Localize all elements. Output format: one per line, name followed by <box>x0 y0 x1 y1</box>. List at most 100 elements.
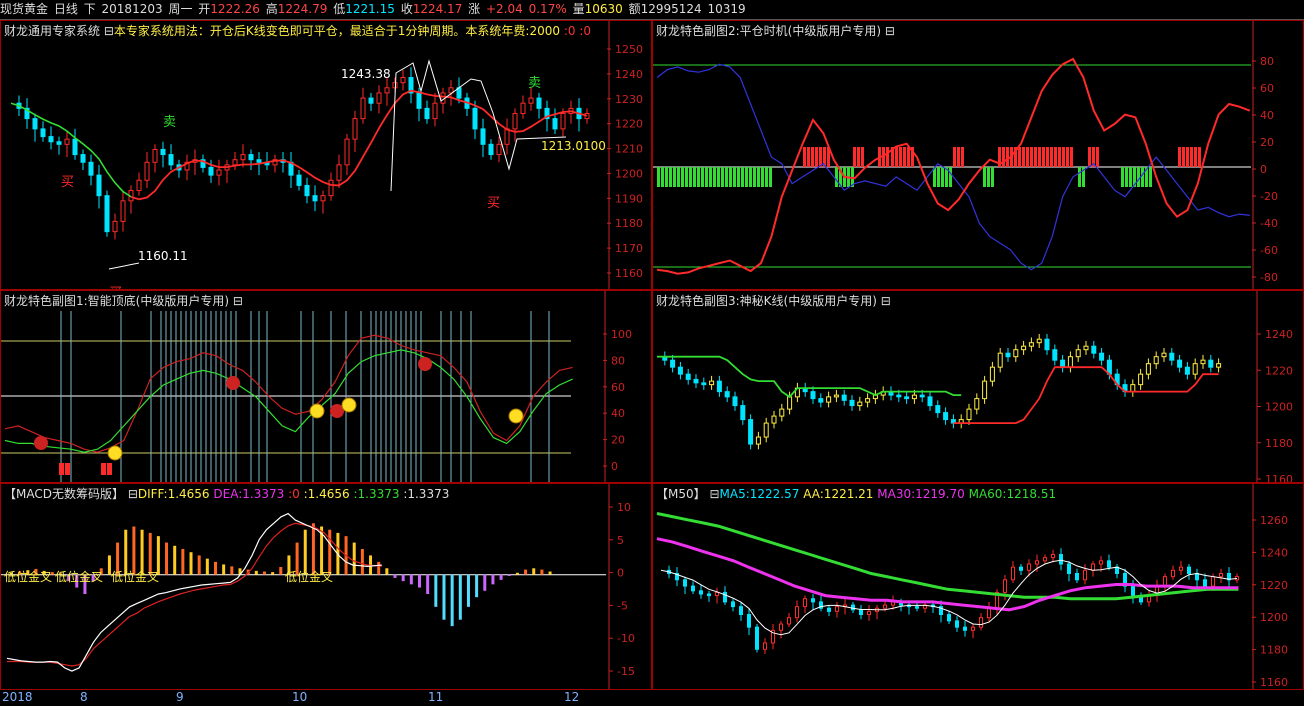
sub2-chart-svg[interactable]: 80 60 40 20 0 -20 -40 -60 -80 <box>653 21 1303 289</box>
signal-bar-red <box>807 147 810 167</box>
open-value: 1222.26 <box>210 2 260 16</box>
macd-bar <box>385 568 389 575</box>
golden-cross-label: 低位金叉 <box>285 569 333 584</box>
macd-bar <box>189 552 193 575</box>
macd-title: 【MACD无数筹码版】 <box>4 487 124 501</box>
top-marker-icon <box>34 436 48 450</box>
candle <box>771 415 777 424</box>
candle <box>763 642 767 650</box>
close-value: 1224.17 <box>412 2 463 16</box>
candle <box>1099 560 1103 565</box>
candle <box>536 97 542 109</box>
sub3-chart-svg[interactable]: 1240 1220 1200 1180 1160 <box>653 291 1303 482</box>
macd-bar <box>222 564 226 575</box>
candle <box>232 159 238 166</box>
y-tick-label: -10 <box>617 632 635 645</box>
low-price-label: 1160.11 <box>138 249 188 263</box>
y-tick-label: 1200 <box>615 167 643 180</box>
x-tick-label: 12 <box>564 690 580 704</box>
candle <box>935 405 941 414</box>
candle <box>731 601 735 608</box>
macd-bar <box>254 570 258 575</box>
candle <box>1099 352 1105 361</box>
candle <box>344 138 350 166</box>
candle <box>701 382 707 386</box>
main-chart-svg[interactable]: 1250 1240 1230 1220 1210 1200 1190 1180 1170 1160… <box>1 21 651 289</box>
signal-bar-red <box>1182 147 1185 167</box>
candle <box>1169 352 1175 361</box>
collapse-icon[interactable]: ⊟ <box>128 487 138 501</box>
top-line-red <box>4 334 573 453</box>
macd-bar <box>409 574 413 585</box>
ma5-label: MA5:1222.57 <box>719 487 800 501</box>
y-tick-label: 40 <box>611 407 625 420</box>
signal-bar-red <box>1026 147 1029 167</box>
signal-bar-red <box>857 147 860 167</box>
signal-bar-green <box>741 167 744 187</box>
ma-chart-svg[interactable]: 1260 1240 1220 1200 1180 1160 <box>653 484 1303 689</box>
collapse-icon[interactable]: ⊟ <box>709 487 719 501</box>
candle <box>826 396 832 403</box>
ma-chart-title: 【M50】 ⊟MA5:1222.57 AA:1221.21 MA30:1219.… <box>656 487 1056 501</box>
weekday-label: 周一 <box>168 2 193 16</box>
aa-label: AA:1221.21 <box>803 487 874 501</box>
y-tick-label: 40 <box>1260 109 1274 122</box>
candle <box>1075 572 1079 581</box>
candle <box>795 606 799 619</box>
period-label[interactable]: 日线 <box>54 2 78 16</box>
smiley-icon <box>107 445 123 461</box>
macd-bar <box>360 549 364 575</box>
sub1-chart-panel[interactable]: 100 80 60 40 20 0 财龙特色副图1:智能顶底(中级版用户专用) ⊟ <box>0 290 652 483</box>
main-chart-panel[interactable]: 1250 1240 1230 1220 1210 1200 1190 1180 1170 1160… <box>0 20 652 290</box>
candle <box>136 179 142 192</box>
candle <box>64 138 70 145</box>
signal-bar-green <box>725 167 728 187</box>
candle <box>1187 566 1191 574</box>
collapse-icon[interactable]: ⊟ <box>885 24 895 38</box>
macd-bar <box>483 574 487 591</box>
candle <box>1107 560 1111 568</box>
candle <box>1203 579 1207 587</box>
signal-bar-green <box>717 167 720 187</box>
sub3-chart-panel[interactable]: 1240 1220 1200 1180 1160 财龙特色副图3:神秘K线(中级版用户专… <box>652 290 1304 483</box>
collapse-icon[interactable]: ⊟ <box>104 24 114 38</box>
change-pct-value: 0.17% <box>528 2 567 16</box>
ma-chart-panel[interactable]: 1260 1240 1220 1200 1180 1160 【M50】 ⊟MA5:1222… <box>652 483 1304 690</box>
candle <box>1043 557 1047 562</box>
macd-chart-panel[interactable]: 10 5 0 -5 -10 -15 低位金叉 低位金叉 低位金叉 低位金叉 【MACD无数筹码版】… <box>0 483 652 690</box>
macd-bar <box>214 561 217 575</box>
y-tick-label: 1210 <box>615 143 643 156</box>
signal-bar-green <box>835 167 838 187</box>
signal-bar-green <box>949 167 952 187</box>
signal-bar-red <box>1194 147 1197 167</box>
signal-bar-red <box>1050 147 1053 167</box>
sub1-chart-svg[interactable]: 100 80 60 40 20 0 <box>1 291 651 482</box>
signal-bar-red <box>1018 147 1021 167</box>
candle <box>919 394 925 398</box>
macd-dea-label: DEA:1.3373 <box>213 487 285 501</box>
candle <box>1131 585 1135 597</box>
candle <box>849 399 855 407</box>
signal-bar-green <box>983 167 986 187</box>
sell-signal-label: 卖 <box>163 115 176 130</box>
extra-value: 10319 <box>707 2 746 16</box>
main-chart-title: 财龙通用专家系统 ⊟本专家系统用法：开仓后K线变色即可平仓，最适合于1分钟周期。… <box>4 24 591 38</box>
candle <box>256 159 262 163</box>
candle <box>56 141 62 145</box>
signal-bar-red <box>1058 147 1061 167</box>
macd-bar <box>311 523 315 575</box>
candle <box>982 380 988 400</box>
candle <box>1216 363 1222 368</box>
signal-bar-green <box>753 167 756 187</box>
macd-chart-svg[interactable]: 1050-5-10-15低位金叉 低位金叉 低位金叉 低位金叉 <box>1 484 651 689</box>
signal-bar-red <box>1046 147 1049 167</box>
collapse-icon[interactable]: ⊟ <box>881 294 891 308</box>
candle <box>400 77 406 84</box>
candle <box>811 598 815 603</box>
candle <box>787 617 791 625</box>
macd-diff-label: DIFF:1.4656 <box>137 487 210 501</box>
collapse-icon[interactable]: ⊟ <box>233 294 243 308</box>
sub2-chart-panel[interactable]: 80 60 40 20 0 -20 -40 -60 -80 财龙特色副图2:平仓时机(中级版用户… <box>652 20 1304 290</box>
candle <box>296 174 302 186</box>
signal-bar-red <box>1034 147 1037 167</box>
